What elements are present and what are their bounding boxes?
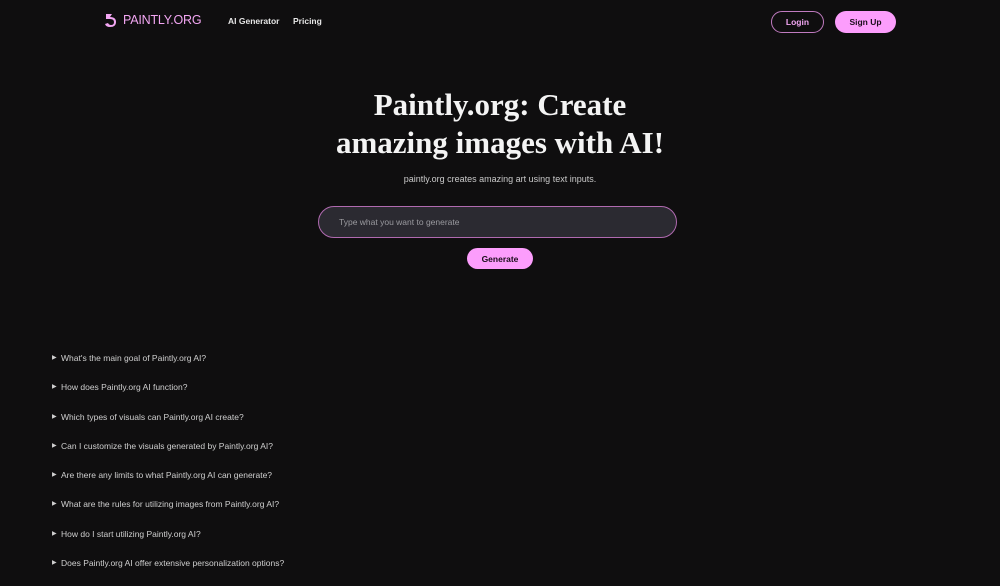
- nav-link-pricing[interactable]: Pricing: [293, 16, 322, 26]
- faq-item[interactable]: ▶ Does Paintly.org AI offer extensive per…: [52, 557, 284, 586]
- disclosure-triangle-icon: ▶: [52, 384, 57, 391]
- nav-link-ai-generator[interactable]: AI Generator: [228, 16, 280, 26]
- faq-item[interactable]: ▶ How do I start utilizing Paintly.org AI…: [52, 528, 284, 557]
- login-button[interactable]: Login: [771, 11, 824, 33]
- faq-question: What are the rules for utilizing images …: [61, 499, 280, 510]
- faq-item[interactable]: ▶ What are the rules for utilizing images…: [52, 498, 284, 527]
- faq-question: How do I start utilizing Paintly.org AI?: [61, 528, 201, 539]
- faq-question: What's the main goal of Paintly.org AI?: [61, 353, 207, 363]
- signup-button[interactable]: Sign Up: [835, 11, 896, 33]
- disclosure-triangle-icon: ▶: [52, 442, 57, 449]
- faq-item[interactable]: ▶ Can I customize the visuals generated b…: [52, 440, 284, 469]
- disclosure-triangle-icon: ▶: [52, 560, 57, 567]
- paintly-logo-icon: [105, 14, 116, 27]
- disclosure-triangle-icon: ▶: [52, 413, 57, 420]
- prompt-input[interactable]: [318, 206, 677, 238]
- faq-question: Can I customize the visuals generated by…: [61, 440, 273, 451]
- disclosure-triangle-icon: ▶: [52, 355, 57, 361]
- faq-question: How does Paintly.org AI function?: [61, 382, 188, 393]
- faq-item[interactable]: ▶ What's the main goal of Paintly.org AI?: [52, 352, 284, 381]
- faq-question: Are there any limits to what Paintly.org…: [61, 470, 273, 481]
- hero-title-line-2: amazing images with AI!: [335, 125, 665, 160]
- generate-button[interactable]: Generate: [467, 248, 533, 269]
- logo-link[interactable]: PAINTLY.ORG: [104, 12, 202, 28]
- disclosure-triangle-icon: ▶: [52, 472, 57, 479]
- faq-item[interactable]: ▶ Are there any limits to what Paintly.or…: [52, 469, 284, 498]
- hero-title-line-1: Paintly.org: Create: [373, 87, 627, 122]
- disclosure-triangle-icon: ▶: [52, 501, 57, 508]
- disclosure-triangle-icon: ▶: [52, 530, 57, 537]
- hero-subtitle: paintly.org creates amazing art using te…: [403, 174, 597, 184]
- top-navbar: PAINTLY.ORG AI Generator Pricing Login S…: [0, 0, 1000, 44]
- faq-question: Which types of visuals can Paintly.org A…: [61, 411, 244, 422]
- faq-question: Does Paintly.org AI offer extensive pers…: [61, 558, 285, 569]
- faq-item[interactable]: ▶ Which types of visuals can Paintly.org …: [52, 411, 284, 440]
- faq-item[interactable]: ▶ How does Paintly.org AI function?: [52, 381, 284, 410]
- logo-text: PAINTLY.ORG: [123, 13, 202, 27]
- faq-list: ▶ What's the main goal of Paintly.org AI?…: [52, 352, 284, 586]
- hero-title: Paintly.org: Create amazing images with …: [0, 86, 1000, 162]
